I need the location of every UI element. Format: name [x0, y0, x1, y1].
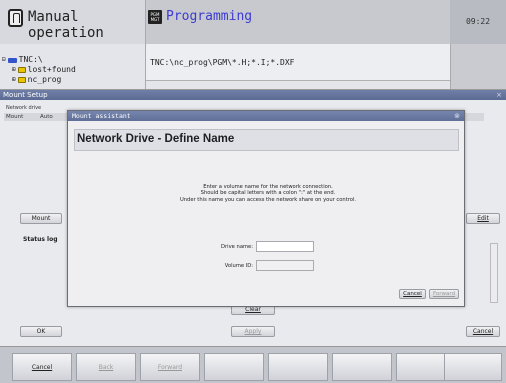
mount-assistant-dialog: Mount assistant ⊗ Network Drive - Define…	[67, 110, 465, 307]
mode-manual-operation[interactable]: Manual operation	[0, 0, 146, 44]
drive-name-label: Drive name:	[221, 244, 253, 250]
column-mount[interactable]: Mount	[6, 113, 23, 121]
apply-button[interactable]: Apply	[231, 326, 275, 337]
dialog-close-icon[interactable]: ⊗	[454, 111, 460, 121]
softkey-forward[interactable]: Forward	[140, 353, 200, 381]
tree-item-nc-prog[interactable]: ⊞ nc_prog	[12, 75, 61, 85]
softkey-empty-6[interactable]	[332, 353, 392, 381]
drive-icon	[7, 57, 17, 63]
edit-button[interactable]: Edit	[466, 213, 500, 224]
mode-left-title: Manual operation	[28, 9, 104, 41]
dialog-cancel-button[interactable]: Cancel	[399, 289, 426, 299]
current-path: TNC:\nc_prog\PGM\*.H;*.I;*.DXF	[150, 58, 295, 67]
ok-button[interactable]: OK	[20, 326, 62, 337]
softkey-empty-8[interactable]	[444, 353, 502, 381]
clock: 09:22	[450, 0, 506, 44]
right-panel-strip	[450, 44, 506, 90]
cancel-button[interactable]: Cancel	[466, 326, 500, 337]
tree-item-lost-found[interactable]: ⊞ lost+found	[12, 65, 76, 75]
softkey-empty-4[interactable]	[204, 353, 264, 381]
softkey-bar: Cancel Back Forward	[0, 346, 506, 383]
close-icon[interactable]: ×	[496, 90, 502, 100]
status-log-label: Status log	[23, 236, 58, 243]
softkey-empty-5[interactable]	[268, 353, 328, 381]
dialog-titlebar: Mount assistant ⊗	[68, 111, 464, 121]
tree-item-tnc[interactable]: ⊟ TNC:\	[2, 55, 43, 65]
expand-icon: ⊞	[12, 76, 16, 83]
mount-setup-title: Mount Setup	[3, 91, 48, 99]
mode-programming[interactable]: PGM MGT Programming	[146, 0, 450, 44]
softkey-cancel[interactable]: Cancel	[12, 353, 72, 381]
dialog-title: Mount assistant	[72, 112, 131, 120]
pgm-mgt-icon: PGM MGT	[148, 10, 162, 24]
drive-name-input[interactable]	[256, 241, 314, 252]
tree-item-label: TNC:\	[18, 55, 43, 64]
mount-button[interactable]: Mount	[20, 213, 62, 224]
dialog-heading: Network Drive - Define Name	[77, 133, 235, 145]
column-auto[interactable]: Auto	[40, 113, 53, 121]
volume-id-label: Volume ID:	[224, 263, 253, 269]
folder-icon	[17, 77, 26, 83]
dialog-forward-button[interactable]: Forward	[429, 289, 459, 299]
mode-right-title: Programming	[166, 9, 253, 24]
dialog-heading-panel: Network Drive - Define Name	[74, 129, 459, 151]
folder-icon	[17, 67, 26, 73]
network-drive-label: Network drive	[6, 105, 42, 111]
status-log-scrollbar[interactable]	[490, 243, 498, 303]
mount-setup-titlebar: Mount Setup ×	[0, 90, 506, 100]
pgm-icon-line-2: MGT	[150, 17, 160, 22]
instruction-line: Under this name you can access the netwo…	[179, 196, 357, 203]
tree-item-label: nc_prog	[27, 75, 62, 84]
expand-icon: ⊞	[12, 66, 16, 73]
path-bar: TNC:\nc_prog\PGM\*.H;*.I;*.DXF	[146, 44, 450, 81]
tree-item-label: lost+found	[27, 65, 76, 74]
volume-id-input[interactable]	[256, 260, 314, 271]
softkey-back[interactable]: Back	[76, 353, 136, 381]
collapse-icon: ⊟	[2, 56, 6, 63]
instructions: Enter a volume name for the network conn…	[128, 184, 408, 203]
header-bar: Manual operation PGM MGT Programming 09:…	[0, 0, 506, 44]
file-tree: ⊟ TNC:\ ⊞ lost+found ⊞ nc_prog	[0, 44, 146, 90]
manual-operation-icon	[8, 9, 23, 27]
